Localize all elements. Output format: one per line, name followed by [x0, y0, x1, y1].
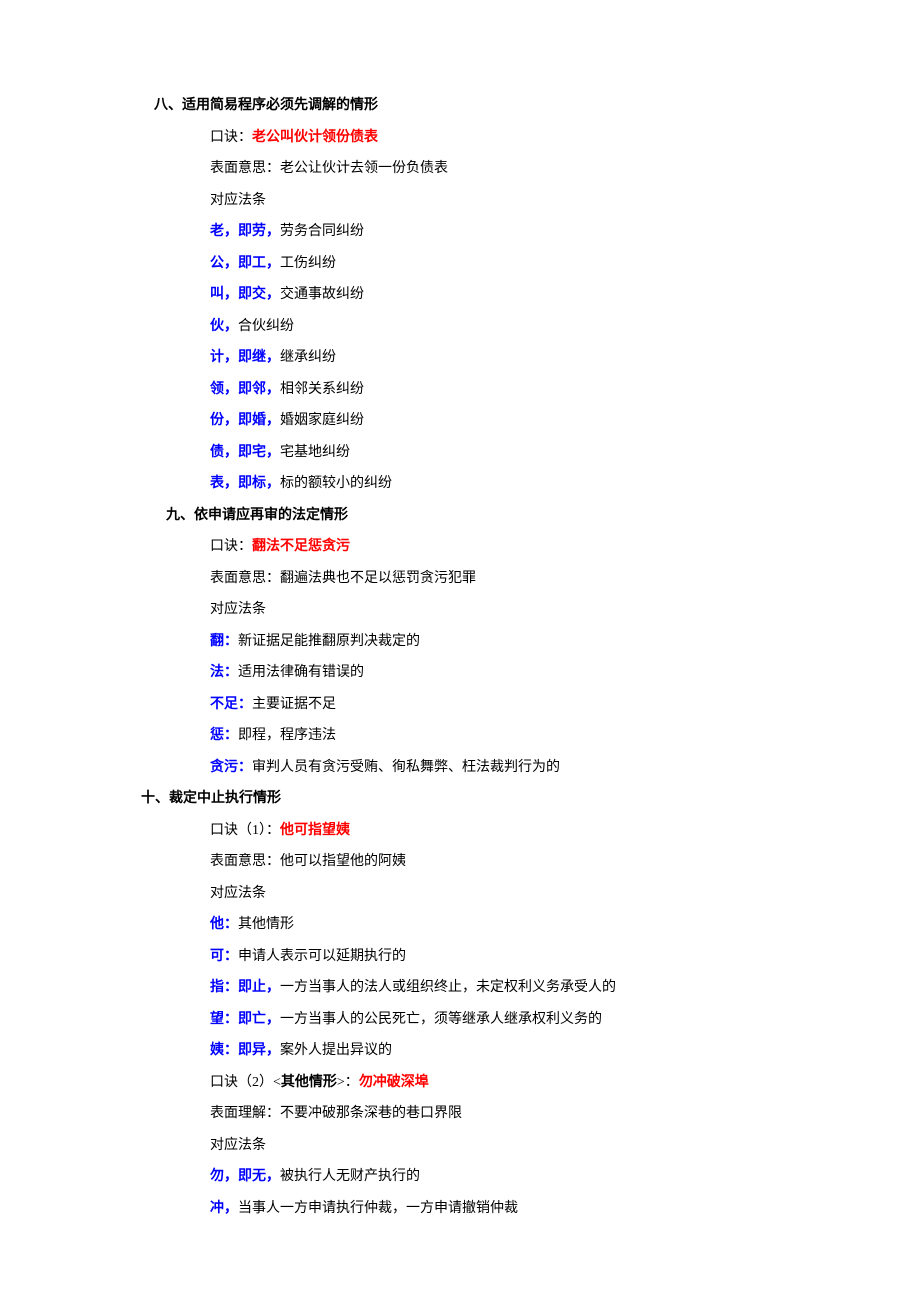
- text-span: 公，即工，: [210, 256, 280, 271]
- text-span: >：: [337, 1075, 359, 1090]
- text-span: 表面意思：老公让伙计去领一份负债表: [210, 161, 448, 176]
- body-line: 指：即止，一方当事人的法人或组织终止，未定权利义务承受人的: [0, 972, 920, 1004]
- text-span: 他：: [210, 917, 238, 932]
- text-span: 对应法条: [210, 602, 266, 617]
- text-span: 指：即止，: [210, 980, 280, 995]
- section-heading: 八、适用简易程序必须先调解的情形: [0, 90, 920, 122]
- body-line: 他：其他情形: [0, 909, 920, 941]
- document-page: 八、适用简易程序必须先调解的情形口诀：老公叫伙计领份债表表面意思：老公让伙计去领…: [0, 0, 920, 1302]
- text-span: 表面意思：翻遍法典也不足以惩罚贪污犯罪: [210, 571, 476, 586]
- text-span: 伙，: [210, 319, 238, 334]
- text-span: 一方当事人的公民死亡，须等继承人继承权利义务的: [280, 1012, 602, 1027]
- text-span: 对应法条: [210, 193, 266, 208]
- text-span: 领，即邻，: [210, 382, 280, 397]
- text-span: 勿，即无，: [210, 1169, 280, 1184]
- text-span: 份，即婚，: [210, 413, 280, 428]
- body-line: 口诀（2）<其他情形>：勿冲破深埠: [0, 1067, 920, 1099]
- body-line: 法：适用法律确有错误的: [0, 657, 920, 689]
- text-span: 望：即亡，: [210, 1012, 280, 1027]
- body-line: 姨：即异，案外人提出异议的: [0, 1035, 920, 1067]
- text-span: 口诀（1）：: [210, 823, 280, 838]
- text-span: 相邻关系纠纷: [280, 382, 364, 397]
- text-span: 对应法条: [210, 886, 266, 901]
- body-line: 口诀：老公叫伙计领份债表: [0, 122, 920, 154]
- body-line: 对应法条: [0, 878, 920, 910]
- text-span: 勿冲破深埠: [359, 1075, 429, 1090]
- text-span: 叫，即交，: [210, 287, 280, 302]
- text-span: 表，即标，: [210, 476, 280, 491]
- body-line: 可：申请人表示可以延期执行的: [0, 941, 920, 973]
- text-span: 标的额较小的纠纷: [280, 476, 392, 491]
- text-span: 法：: [210, 665, 238, 680]
- text-span: 新证据足能推翻原判决裁定的: [238, 634, 420, 649]
- body-line: 对应法条: [0, 594, 920, 626]
- text-span: 合伙纠纷: [238, 319, 294, 334]
- body-line: 叫，即交，交通事故纠纷: [0, 279, 920, 311]
- body-line: 表面理解：不要冲破那条深巷的巷口界限: [0, 1098, 920, 1130]
- body-line: 不足：主要证据不足: [0, 689, 920, 721]
- body-line: 惩：即程，程序违法: [0, 720, 920, 752]
- body-line: 伙，合伙纠纷: [0, 311, 920, 343]
- body-line: 翻：新证据足能推翻原判决裁定的: [0, 626, 920, 658]
- body-line: 口诀：翻法不足惩贪污: [0, 531, 920, 563]
- text-span: 贪污：: [210, 760, 252, 775]
- body-line: 表面意思：翻遍法典也不足以惩罚贪污犯罪: [0, 563, 920, 595]
- body-line: 表面意思：老公让伙计去领一份负债表: [0, 153, 920, 185]
- body-line: 勿，即无，被执行人无财产执行的: [0, 1161, 920, 1193]
- text-span: 被执行人无财产执行的: [280, 1169, 420, 1184]
- text-span: 其他情形: [238, 917, 294, 932]
- text-span: 口诀：: [210, 539, 252, 554]
- text-span: 表面理解：不要冲破那条深巷的巷口界限: [210, 1106, 462, 1121]
- section-heading: 九、依申请应再审的法定情形: [0, 500, 920, 532]
- text-span: 继承纠纷: [280, 350, 336, 365]
- text-span: 即程，程序违法: [238, 728, 336, 743]
- text-span: 债，即宅，: [210, 445, 280, 460]
- body-line: 老，即劳，劳务合同纠纷: [0, 216, 920, 248]
- text-span: 主要证据不足: [252, 697, 336, 712]
- body-line: 公，即工，工伤纠纷: [0, 248, 920, 280]
- text-span: 计，即继，: [210, 350, 280, 365]
- text-span: 案外人提出异议的: [280, 1043, 392, 1058]
- text-span: 老公叫伙计领份债表: [252, 130, 378, 145]
- text-span: 其他情形: [281, 1075, 337, 1090]
- section-heading: 十、裁定中止执行情形: [0, 783, 920, 815]
- text-span: 惩：: [210, 728, 238, 743]
- text-span: 老，即劳，: [210, 224, 280, 239]
- text-span: 审判人员有贪污受贿、徇私舞弊、枉法裁判行为的: [252, 760, 560, 775]
- text-span: 翻法不足惩贪污: [252, 539, 350, 554]
- text-span: 他可指望姨: [280, 823, 350, 838]
- body-line: 口诀（1）：他可指望姨: [0, 815, 920, 847]
- text-span: 对应法条: [210, 1138, 266, 1153]
- body-line: 份，即婚，婚姻家庭纠纷: [0, 405, 920, 437]
- text-span: 口诀（2）<: [210, 1075, 281, 1090]
- body-line: 计，即继，继承纠纷: [0, 342, 920, 374]
- text-span: 申请人表示可以延期执行的: [238, 949, 406, 964]
- text-span: 婚姻家庭纠纷: [280, 413, 364, 428]
- text-span: 冲，: [210, 1201, 238, 1216]
- body-line: 表面意思：他可以指望他的阿姨: [0, 846, 920, 878]
- body-line: 领，即邻，相邻关系纠纷: [0, 374, 920, 406]
- body-line: 对应法条: [0, 185, 920, 217]
- text-span: 劳务合同纠纷: [280, 224, 364, 239]
- body-line: 贪污：审判人员有贪污受贿、徇私舞弊、枉法裁判行为的: [0, 752, 920, 784]
- body-line: 冲，当事人一方申请执行仲裁，一方申请撤销仲裁: [0, 1193, 920, 1225]
- text-span: 翻：: [210, 634, 238, 649]
- text-span: 交通事故纠纷: [280, 287, 364, 302]
- text-span: 表面意思：他可以指望他的阿姨: [210, 854, 406, 869]
- text-span: 可：: [210, 949, 238, 964]
- text-span: 一方当事人的法人或组织终止，未定权利义务承受人的: [280, 980, 616, 995]
- body-line: 债，即宅，宅基地纠纷: [0, 437, 920, 469]
- text-span: 姨：即异，: [210, 1043, 280, 1058]
- body-line: 表，即标，标的额较小的纠纷: [0, 468, 920, 500]
- text-span: 工伤纠纷: [280, 256, 336, 271]
- body-line: 望：即亡，一方当事人的公民死亡，须等继承人继承权利义务的: [0, 1004, 920, 1036]
- text-span: 适用法律确有错误的: [238, 665, 364, 680]
- body-line: 对应法条: [0, 1130, 920, 1162]
- text-span: 当事人一方申请执行仲裁，一方申请撤销仲裁: [238, 1201, 518, 1216]
- text-span: 不足：: [210, 697, 252, 712]
- text-span: 口诀：: [210, 130, 252, 145]
- text-span: 宅基地纠纷: [280, 445, 350, 460]
